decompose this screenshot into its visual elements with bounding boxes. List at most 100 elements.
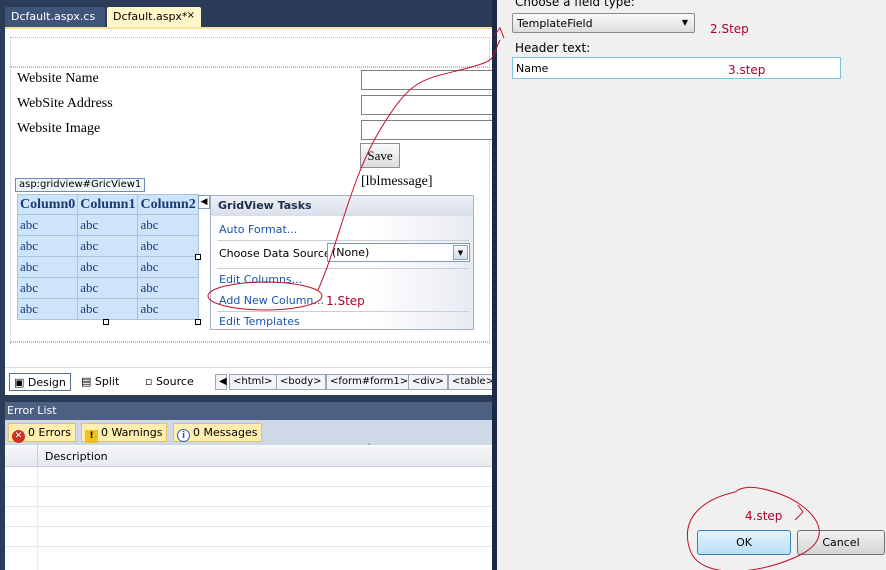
warnings-label: 0 Warnings xyxy=(101,426,163,439)
resize-handle[interactable] xyxy=(103,319,109,325)
website-name-label: Website Name xyxy=(17,71,99,86)
messages-filter-button[interactable]: i0 Messages xyxy=(173,423,263,442)
save-button[interactable]: Save xyxy=(360,143,400,168)
grid-cell: abc xyxy=(137,235,199,257)
grid-column-header: Column2 xyxy=(137,194,199,215)
split-label: Split xyxy=(94,375,120,388)
ok-button[interactable]: OK xyxy=(697,530,791,555)
info-icon: i xyxy=(177,429,190,442)
website-image-label: Website Image xyxy=(17,121,101,136)
error-icon: ✕ xyxy=(12,430,25,443)
table-row: abc abc abc xyxy=(16,256,199,278)
crumb-div[interactable]: <div> xyxy=(408,374,448,390)
gridview-tag[interactable]: asp:gridview#GricView1 xyxy=(15,178,146,192)
step3-annotation: 3.step xyxy=(728,63,766,77)
crumb-html[interactable]: <html> xyxy=(229,374,277,390)
description-column-header[interactable]: Description xyxy=(45,450,108,463)
tab-label: Dcfault.aspx.cs xyxy=(11,10,96,23)
grid-cell: abc xyxy=(77,214,139,236)
website-image-textbox[interactable] xyxy=(361,120,492,140)
errors-label: 0 Errors xyxy=(28,426,72,439)
table-outline-bottom xyxy=(10,341,490,343)
crumb-table[interactable]: <table> xyxy=(448,374,492,390)
table-row: abc abc abc xyxy=(16,277,199,299)
divider xyxy=(5,506,492,507)
website-address-textbox[interactable] xyxy=(361,95,492,115)
gridview-tasks-panel: GridView Tasks Auto Format... Choose Dat… xyxy=(210,195,474,330)
warning-icon: ! xyxy=(85,430,98,443)
fields-dialog: Choose a field type: TemplateField ▼ Hea… xyxy=(492,0,886,570)
chevron-down-icon[interactable]: ▼ xyxy=(682,18,688,27)
error-list-panel: Error List ✕ 0 Errors ! 0 Warnings i0 Mess… xyxy=(5,402,492,570)
error-list-toolbar: ✕ 0 Errors ! 0 Warnings i0 Messages xyxy=(5,420,492,445)
divider xyxy=(37,445,38,467)
error-list-title: Error List xyxy=(5,402,492,420)
website-address-label: WebSite Address xyxy=(17,96,113,111)
close-icon[interactable]: × xyxy=(187,10,195,21)
table-row: abc abc abc xyxy=(16,214,199,236)
visual-studio-editor: Dcfault.aspx.cs Dcfault.aspx* × Website … xyxy=(0,0,492,570)
error-list-header: Description ˆ xyxy=(5,443,492,467)
view-toolbar: ▣ Design ▤ Split ▫ Source ◀ <html> <body… xyxy=(5,367,492,395)
crumb-form[interactable]: <form#form1> xyxy=(326,374,413,390)
data-source-label: Choose Data Source xyxy=(219,247,331,260)
divider xyxy=(217,311,469,312)
warnings-filter-button[interactable]: ! 0 Warnings xyxy=(81,423,168,443)
divider xyxy=(5,486,492,487)
website-name-textbox[interactable] xyxy=(361,70,492,90)
data-source-select[interactable]: (None) ▼ xyxy=(327,243,470,262)
grid-cell: abc xyxy=(137,214,199,236)
tab-default-aspx-cs[interactable]: Dcfault.aspx.cs xyxy=(5,7,105,27)
grid-cell: abc xyxy=(16,256,79,278)
split-icon: ▤ xyxy=(81,375,95,388)
header-text-label: Header text: xyxy=(515,41,591,55)
div-outline xyxy=(10,37,490,67)
divider xyxy=(217,240,469,241)
divider xyxy=(5,526,492,527)
design-view-button[interactable]: ▣ Design xyxy=(9,373,71,391)
divider xyxy=(5,546,492,547)
header-text-input[interactable]: Name xyxy=(512,57,841,79)
auto-format-link[interactable]: Auto Format... xyxy=(219,223,297,236)
split-view-button[interactable]: ▤ Split xyxy=(77,373,123,391)
tab-default-aspx[interactable]: Dcfault.aspx* × xyxy=(107,7,201,27)
grid-cell: abc xyxy=(16,298,79,320)
smart-tag-collapse-icon[interactable]: ◀ xyxy=(198,195,210,209)
tasks-title: GridView Tasks xyxy=(211,196,473,216)
resize-handle[interactable] xyxy=(195,254,201,260)
edit-templates-link[interactable]: Edit Templates xyxy=(219,315,300,328)
grid-cell: abc xyxy=(77,277,139,299)
messages-label: 0 Messages xyxy=(193,426,258,439)
tab-label: Dcfault.aspx* xyxy=(113,10,188,23)
data-source-value: (None) xyxy=(332,246,370,259)
grid-cell: abc xyxy=(77,235,139,257)
step4-annotation: 4.step xyxy=(745,509,783,523)
crumb-back-icon[interactable]: ◀ xyxy=(215,374,227,390)
divider xyxy=(37,467,38,570)
grid-column-header: Column0 xyxy=(16,194,79,215)
resize-handle[interactable] xyxy=(195,319,201,325)
crumb-body[interactable]: <body> xyxy=(276,374,326,390)
grid-cell: abc xyxy=(16,235,79,257)
table-row: abc abc abc xyxy=(16,298,199,320)
grid-cell: abc xyxy=(16,277,79,299)
divider xyxy=(217,268,469,269)
grid-cell: abc xyxy=(137,256,199,278)
gridview[interactable]: Column0 Column1 Column2 abc abc abc abc abc… xyxy=(16,194,199,320)
message-label: [lblmessage] xyxy=(361,174,433,189)
errors-filter-button[interactable]: ✕ 0 Errors xyxy=(8,423,77,443)
field-type-label: Choose a field type: xyxy=(515,0,635,9)
design-icon: ▣ xyxy=(14,376,28,389)
source-view-button[interactable]: ▫ Source xyxy=(141,373,198,391)
step1-annotation: 1.Step xyxy=(326,294,365,308)
grid-header-row: Column0 Column1 Column2 xyxy=(16,194,199,215)
source-icon: ▫ xyxy=(145,375,156,388)
field-type-select[interactable]: TemplateField ▼ xyxy=(512,13,695,33)
design-surface[interactable]: Website Name WebSite Address Website Ima… xyxy=(5,27,492,367)
edit-columns-link[interactable]: Edit Columns... xyxy=(219,273,302,286)
grid-cell: abc xyxy=(137,298,199,320)
grid-cell: abc xyxy=(16,214,79,236)
chevron-down-icon[interactable]: ▼ xyxy=(453,245,468,260)
add-new-column-link[interactable]: Add New Column... xyxy=(219,294,324,307)
cancel-button[interactable]: Cancel xyxy=(797,530,885,555)
